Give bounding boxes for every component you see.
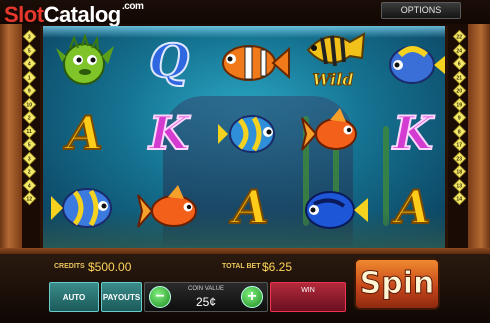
reel-symbol-angelfish [49, 174, 121, 240]
payline-marker-right[interactable]: 14 [452, 191, 467, 206]
reel-symbol-clownfish [213, 30, 293, 92]
payline-marker-right[interactable]: 23 [452, 151, 467, 165]
payline-number: 18 [456, 169, 462, 175]
goldfish-icon [301, 108, 357, 151]
payline-marker-right[interactable]: 19 [452, 97, 467, 111]
reel-symbol-goldfish [133, 178, 209, 240]
payline-number: 22 [456, 34, 462, 40]
payline-marker-left[interactable]: 11 [22, 124, 37, 138]
pufferfish-icon [56, 34, 114, 85]
win-label: WIN [301, 287, 315, 294]
reel-symbol-a: A [66, 105, 104, 161]
wild-label: Wild [312, 70, 354, 90]
reel-symbol-k: K [148, 105, 190, 161]
reel-window: Q Wild A K K A A [40, 26, 448, 248]
payline-number: 11 [26, 128, 32, 135]
payline-number: 12 [26, 196, 32, 202]
payline-marker-left[interactable]: 10 [22, 97, 37, 111]
payline-marker-left[interactable]: 3 [22, 29, 37, 44]
reel-symbol-q: Q [148, 33, 190, 89]
angelfish-icon [218, 115, 275, 153]
payline-marker-left[interactable]: 4 [22, 56, 37, 71]
credits-value: $500.00 [88, 260, 132, 274]
top-bar: SlotCatalog .com OPTIONS [0, 0, 490, 27]
reel-symbol-wild: Wild [293, 28, 373, 94]
payline-number: 2 [27, 169, 31, 175]
reel-symbol-angelfish [215, 100, 287, 164]
credits-label: CREDITS [54, 263, 85, 270]
payline-marker-right[interactable]: 24 [452, 43, 467, 57]
total-bet-value: $6.25 [262, 260, 293, 274]
clownfish-icon [222, 45, 290, 81]
reel-symbol-a: A [232, 179, 270, 235]
payline-marker-left[interactable]: 12 [22, 191, 37, 206]
goldfish-icon [137, 185, 197, 228]
payline-markers-right: 22 24 6 21 20 19 9 8 17 23 18 13 14 [452, 29, 467, 206]
payline-marker-left[interactable]: 2 [22, 164, 37, 179]
payline-number: 17 [456, 142, 462, 148]
reel-symbol-k: K [392, 105, 434, 161]
payline-number: 9 [27, 88, 31, 94]
angelfish-icon [389, 46, 445, 84]
payline-marker-right[interactable]: 9 [452, 110, 467, 125]
payline-number: 19 [456, 101, 462, 108]
payline-marker-right[interactable]: 17 [452, 137, 467, 152]
payline-number: 3 [27, 155, 31, 162]
options-button[interactable]: OPTIONS [381, 2, 461, 19]
payline-marker-left[interactable]: 3 [22, 151, 37, 165]
payline-markers-left: 3 5 4 1 9 10 2 11 5 3 2 4 12 [22, 29, 37, 206]
payline-marker-right[interactable]: 8 [452, 124, 467, 138]
total-bet-label: TOTAL BET [222, 263, 261, 270]
payline-number: 4 [27, 61, 31, 67]
reel-symbol-blue-tang [295, 176, 371, 240]
payline-marker-right[interactable]: 20 [452, 83, 467, 98]
payline-number: 5 [27, 47, 31, 54]
win-display: WIN [270, 282, 346, 312]
payline-marker-left[interactable]: 9 [22, 83, 37, 98]
payline-number: 1 [27, 74, 31, 81]
payline-marker-right[interactable]: 18 [452, 164, 467, 179]
payline-number: 21 [456, 74, 462, 81]
payline-number: 8 [457, 128, 461, 135]
payline-number: 24 [456, 47, 462, 54]
payline-marker-right[interactable]: 22 [452, 29, 467, 44]
angelfish-icon [51, 188, 112, 228]
logo-catalog-text: Catalog [43, 2, 122, 27]
right-wood-frame [468, 24, 490, 254]
payline-number: 14 [456, 196, 462, 202]
payline-marker-left[interactable]: 5 [22, 137, 37, 152]
payline-marker-left[interactable]: 5 [22, 43, 37, 57]
payline-marker-left[interactable]: 2 [22, 110, 37, 125]
payline-number: 3 [27, 34, 31, 40]
payouts-button[interactable]: PAYOUTS [101, 282, 142, 312]
auto-button[interactable]: AUTO [49, 282, 99, 312]
coin-value-control: − COIN VALUE 25¢ + [144, 282, 268, 312]
blue-tang-icon [305, 191, 368, 229]
payline-marker-left[interactable]: 1 [22, 70, 37, 84]
info-bar: CREDITS $500.00 TOTAL BET $6.25 [52, 258, 346, 275]
payline-number: 4 [27, 182, 31, 189]
payline-number: 23 [456, 155, 462, 162]
spin-button[interactable]: Spin [354, 258, 440, 310]
payline-number: 6 [457, 61, 461, 67]
butterflyfish-icon [306, 32, 366, 67]
payline-marker-right[interactable]: 21 [452, 70, 467, 84]
payline-number: 9 [457, 115, 461, 121]
payline-number: 10 [26, 101, 32, 108]
reel-symbol-pufferfish [49, 32, 121, 94]
left-wood-frame [0, 24, 22, 254]
payline-marker-right[interactable]: 6 [452, 56, 467, 71]
payline-number: 2 [27, 115, 31, 121]
payline-number: 13 [456, 182, 462, 189]
logo-com-text: .com [122, 1, 144, 12]
reel-symbol-goldfish [297, 102, 369, 166]
reel-symbol-a: A [394, 179, 432, 235]
payline-number: 20 [456, 88, 462, 94]
payline-marker-right[interactable]: 13 [452, 178, 467, 192]
reel-symbol-angelfish [377, 32, 445, 94]
payline-number: 5 [27, 142, 31, 148]
plus-icon[interactable]: + [241, 286, 263, 308]
payline-marker-left[interactable]: 4 [22, 178, 37, 192]
